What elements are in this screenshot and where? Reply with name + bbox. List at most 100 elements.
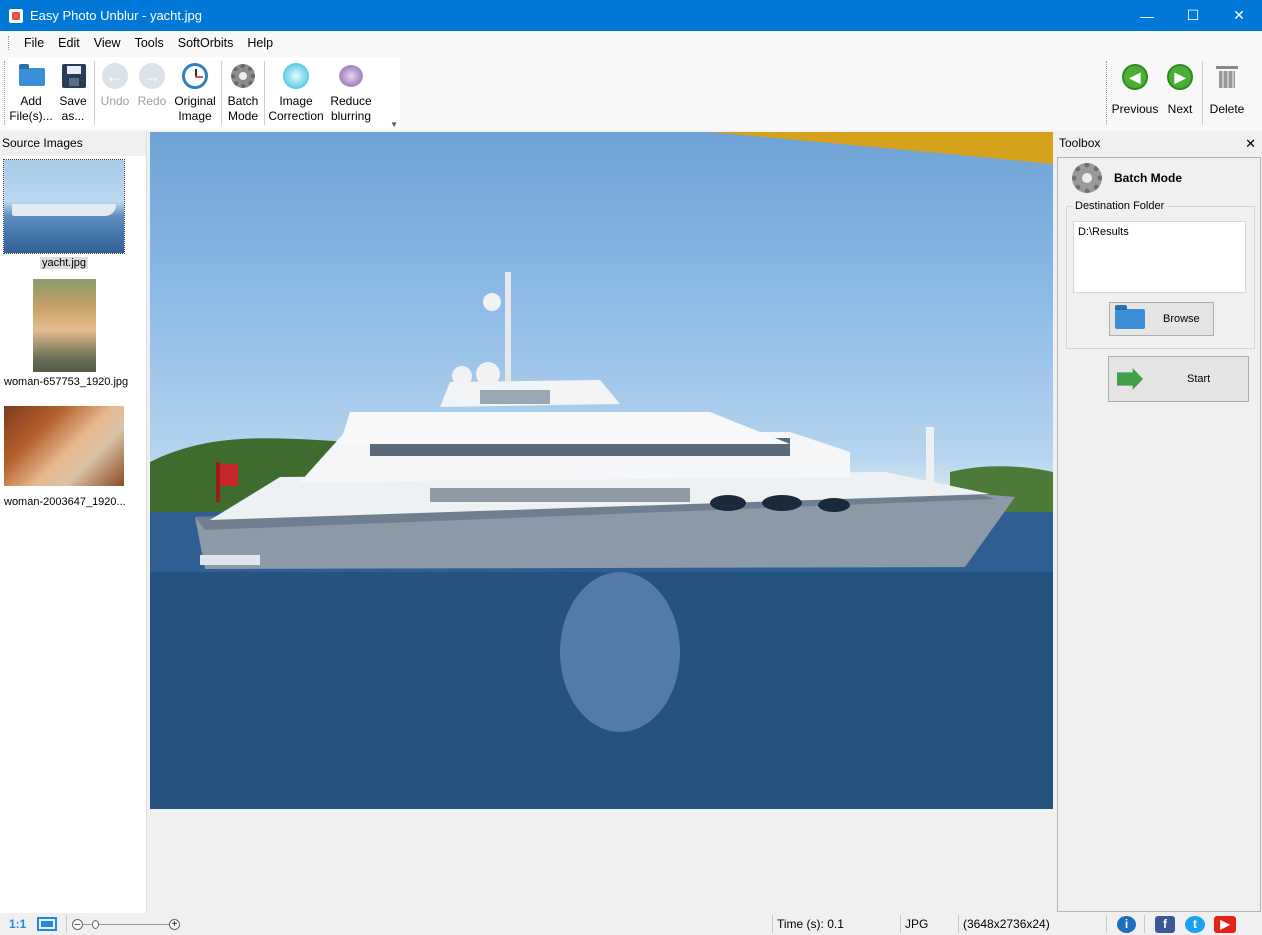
undo-button[interactable]: ← Undo [97, 57, 133, 129]
fit-to-window-icon[interactable] [37, 917, 57, 931]
save-as-label-2: as... [61, 109, 85, 123]
folder-icon [1115, 305, 1145, 329]
start-button[interactable]: Start [1108, 356, 1249, 402]
destination-folder-input[interactable]: D:\Results [1073, 221, 1246, 293]
toolbar-separator [221, 61, 222, 125]
batch-mode-button[interactable]: Batch Mode [224, 57, 262, 129]
thumbnail-image [3, 159, 125, 254]
thumbnail-image [4, 406, 124, 486]
toolbar-separator [94, 61, 95, 125]
batch-mode-label: Batch Mode [1114, 171, 1183, 185]
reduce-blurring-button[interactable]: Reduce blurring [325, 57, 377, 129]
browse-button[interactable]: Browse [1109, 302, 1214, 336]
image-format: JPG [905, 917, 929, 931]
destination-folder-group: Destination Folder D:\Results Browse [1066, 200, 1255, 349]
status-separator [66, 915, 67, 933]
minimize-button[interactable]: — [1124, 0, 1170, 31]
menu-help[interactable]: Help [240, 36, 280, 50]
delete-button[interactable]: Delete [1205, 57, 1249, 129]
source-images-panel: Source Images yacht.jpg woman-657753_192… [0, 131, 147, 913]
thumbnail-image [32, 279, 96, 372]
youtube-icon[interactable]: ▶ [1214, 916, 1236, 933]
correction-label-1: Image [279, 94, 313, 108]
close-icon[interactable]: ✕ [1245, 131, 1256, 156]
close-button[interactable]: ✕ [1216, 0, 1262, 31]
toolbar-main-group: Add File(s)... Save as... ← Undo → Redo … [8, 57, 400, 129]
info-icon[interactable]: i [1117, 916, 1136, 933]
image-correction-button[interactable]: Image Correction [267, 57, 325, 129]
twitter-icon[interactable]: t [1185, 916, 1205, 933]
thumbnail-caption: yacht.jpg [39, 257, 89, 269]
previous-label: Previous [1111, 102, 1159, 116]
main-image[interactable] [150, 132, 1053, 809]
toolbar-grip [4, 61, 6, 125]
zoom-in-icon[interactable]: + [169, 919, 180, 930]
toolbox-body: Batch Mode Destination Folder D:\Results… [1057, 157, 1261, 912]
gear-icon [1072, 163, 1102, 193]
add-files-button[interactable]: Add File(s)... [8, 57, 54, 129]
menu-view[interactable]: View [87, 36, 128, 50]
window-controls: — ☐ ✕ [1124, 0, 1262, 31]
zoom-slider[interactable]: – + [72, 919, 180, 931]
menu-tools[interactable]: Tools [128, 36, 171, 50]
trash-icon [1213, 63, 1241, 91]
original-label-1: Original [174, 94, 216, 108]
title-bar: Easy Photo Unblur - yacht.jpg — ☐ ✕ [0, 0, 1262, 31]
reduce-label-1: Reduce [330, 94, 372, 108]
gear-icon [229, 62, 257, 90]
thumbnail-caption: woman-2003647_1920... [4, 496, 126, 508]
window-title: Easy Photo Unblur - yacht.jpg [30, 8, 202, 23]
save-as-label-1: Save [59, 94, 87, 108]
original-image-button[interactable]: Original Image [171, 57, 219, 129]
thumbnail-item[interactable]: woman-2003647_1920... [4, 406, 126, 508]
add-files-label-1: Add [20, 94, 42, 108]
facebook-icon[interactable]: f [1155, 916, 1175, 933]
delete-label: Delete [1209, 102, 1245, 116]
arrow-right-icon: ▶ [1166, 63, 1194, 91]
batch-label-1: Batch [227, 94, 259, 108]
menu-file[interactable]: File [17, 36, 51, 50]
thumbnail-caption: woman-657753_1920.jpg [4, 376, 129, 388]
toolbar-grip [1106, 61, 1108, 125]
redo-label: Redo [137, 94, 167, 108]
open-folder-icon [17, 62, 45, 90]
toolbar-overflow-icon[interactable]: ▼ [390, 120, 398, 129]
thumbnail-item[interactable]: woman-657753_1920.jpg [4, 279, 129, 388]
arrow-left-icon: ◀ [1121, 63, 1149, 91]
batch-mode-heading: Batch Mode [1072, 163, 1182, 193]
menu-softorbits[interactable]: SoftOrbits [171, 36, 241, 50]
processing-time: Time (s): 0.1 [777, 917, 844, 931]
arrow-right-icon [1117, 368, 1143, 390]
reduce-label-2: blurring [330, 109, 372, 123]
start-label: Start [1187, 373, 1211, 385]
add-files-label-2: File(s)... [9, 109, 53, 123]
menu-grip [8, 36, 11, 50]
app-icon [9, 8, 23, 23]
menu-edit[interactable]: Edit [51, 36, 87, 50]
image-viewer[interactable] [147, 131, 1056, 913]
destination-folder-legend: Destination Folder [1073, 200, 1167, 212]
toolbox-header: Toolbox ✕ [1056, 131, 1262, 156]
next-button[interactable]: ▶ Next [1160, 57, 1200, 129]
previous-button[interactable]: ◀ Previous [1110, 57, 1160, 129]
status-separator [900, 915, 901, 933]
yacht-photo [150, 132, 1053, 809]
status-bar: 1:1 – + Time (s): 0.1 JPG (3648x2736x24)… [0, 913, 1262, 935]
zoom-out-icon[interactable]: – [72, 919, 83, 930]
status-separator [1144, 915, 1145, 933]
zoom-actual-size-button[interactable]: 1:1 [9, 917, 26, 931]
zoom-slider-thumb[interactable] [92, 920, 99, 929]
toolbox-panel: Toolbox ✕ Batch Mode Destination Folder … [1056, 131, 1262, 913]
save-icon [59, 62, 87, 90]
redo-icon: → [138, 62, 166, 90]
blur-icon [337, 62, 365, 90]
redo-button[interactable]: → Redo [133, 57, 171, 129]
toolbox-title: Toolbox [1059, 136, 1101, 150]
undo-icon: ← [101, 62, 129, 90]
thumbnail-item[interactable]: yacht.jpg [3, 159, 125, 269]
image-dimensions: (3648x2736x24) [963, 917, 1050, 931]
save-as-button[interactable]: Save as... [54, 57, 92, 129]
correction-label-2: Correction [268, 109, 324, 123]
maximize-button[interactable]: ☐ [1170, 0, 1216, 31]
batch-label-2: Mode [227, 109, 259, 123]
